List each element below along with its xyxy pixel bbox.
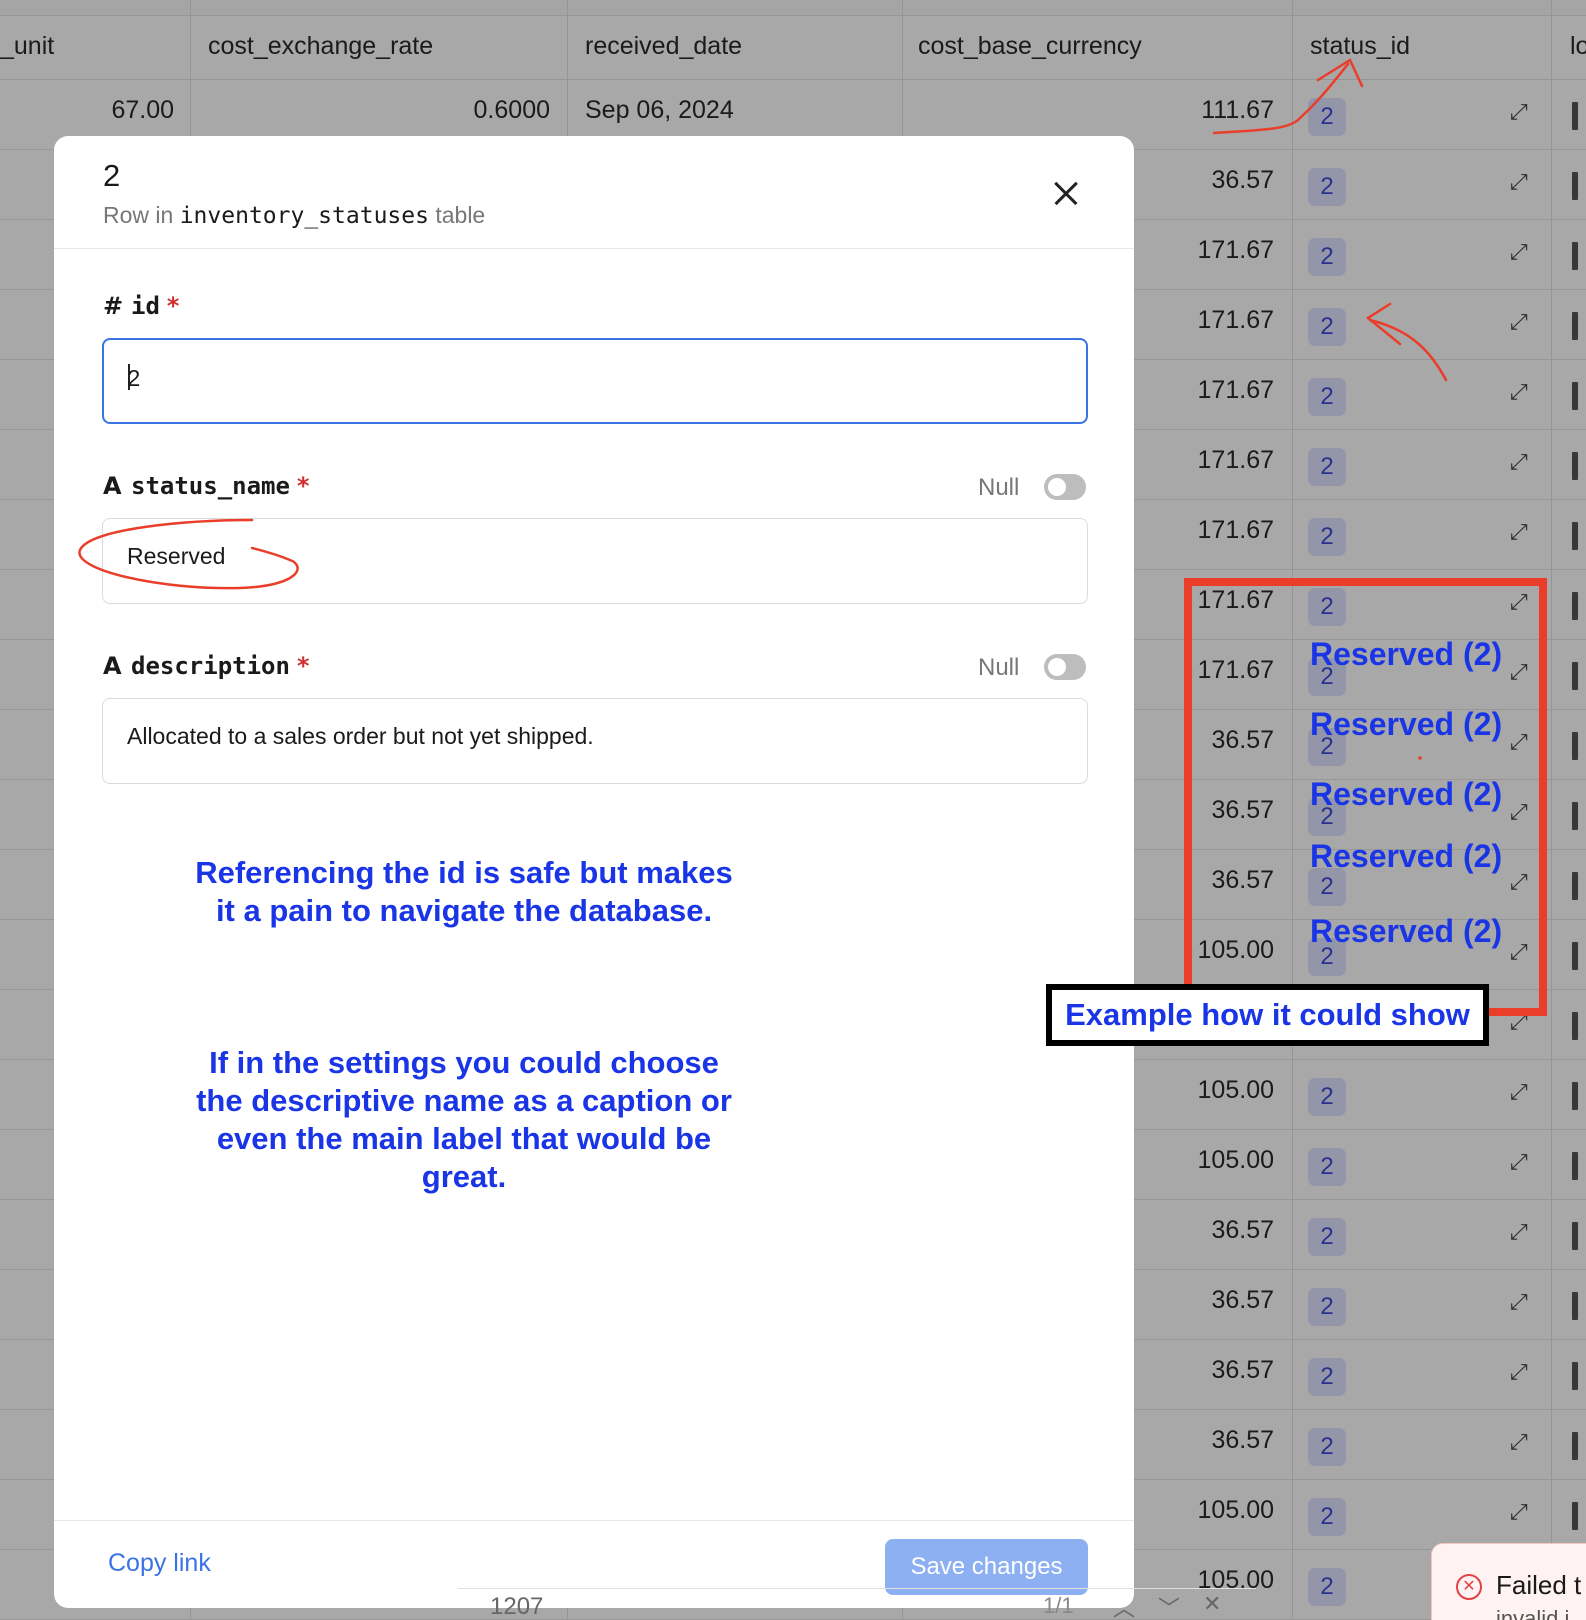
annotation-reserved-label: Reserved (2): [1310, 913, 1503, 949]
close-icon[interactable]: ✕: [1203, 1591, 1221, 1617]
required-marker: *: [295, 472, 311, 500]
subtitle-table-name: inventory_statuses: [179, 203, 429, 229]
description-null-control: Null: [978, 652, 1088, 682]
annotation-reserved-label: Reserved (2): [1310, 838, 1503, 874]
annotation-reserved-label: Reserved (2): [1310, 636, 1503, 672]
text-type-icon: A: [103, 472, 122, 500]
description-null-toggle[interactable]: [1044, 654, 1086, 680]
save-changes-button[interactable]: Save changes: [885, 1539, 1088, 1595]
field-label-status-name: Astatus_name *: [103, 472, 311, 500]
field-label-id: # id *: [103, 292, 181, 320]
pagination-bar: 1207 1/1 ︿ ﹀ ✕: [458, 1588, 1256, 1620]
annotation-note-2: If in the settings you could choose the …: [196, 1045, 732, 1194]
field-label-description: Adescription *: [103, 652, 311, 680]
error-icon: ✕: [1456, 1574, 1482, 1600]
row-count: 1207: [490, 1593, 544, 1620]
modal-subtitle: Row in inventory_statuses table: [103, 202, 485, 229]
toast-subtitle: invalid i: [1496, 1606, 1570, 1620]
modal-title: 2: [103, 158, 121, 193]
chevron-up-icon[interactable]: ︿: [1113, 1591, 1135, 1620]
annotation-reserved-label: Reserved (2): [1310, 706, 1503, 742]
close-icon[interactable]: [1044, 172, 1088, 216]
row-editor-modal: 2 Row in inventory_statuses table # id * 2…: [54, 136, 1134, 1608]
subtitle-suffix: table: [435, 202, 486, 228]
status-name-null-toggle[interactable]: [1044, 474, 1086, 500]
annotation-example-label: Example how it could show: [1046, 984, 1489, 1046]
status-name-null-control: Null: [978, 472, 1088, 502]
text-type-icon: A: [103, 652, 122, 680]
required-marker: *: [295, 652, 311, 680]
subtitle-prefix: Row in: [103, 202, 174, 228]
status-name-field[interactable]: Reserved: [102, 518, 1088, 604]
modal-header: 2 Row in inventory_statuses table: [54, 136, 1134, 249]
annotation-reserved-label: Reserved (2): [1310, 776, 1503, 812]
page-index: 1/1: [1043, 1593, 1074, 1618]
number-type-icon: #: [103, 292, 124, 320]
description-field[interactable]: Allocated to a sales order but not yet s…: [102, 698, 1088, 784]
id-field[interactable]: 2: [102, 338, 1088, 424]
chevron-down-icon[interactable]: ﹀: [1158, 1591, 1180, 1620]
annotation-note-1: Referencing the id is safe but makes it …: [195, 855, 733, 928]
null-label: Null: [978, 474, 1020, 501]
error-toast: ✕ Failed t invalid i: [1431, 1543, 1586, 1620]
null-label: Null: [978, 654, 1020, 681]
required-marker: *: [165, 292, 181, 320]
toast-title: Failed t: [1496, 1570, 1582, 1600]
copy-link[interactable]: Copy link: [108, 1549, 211, 1578]
